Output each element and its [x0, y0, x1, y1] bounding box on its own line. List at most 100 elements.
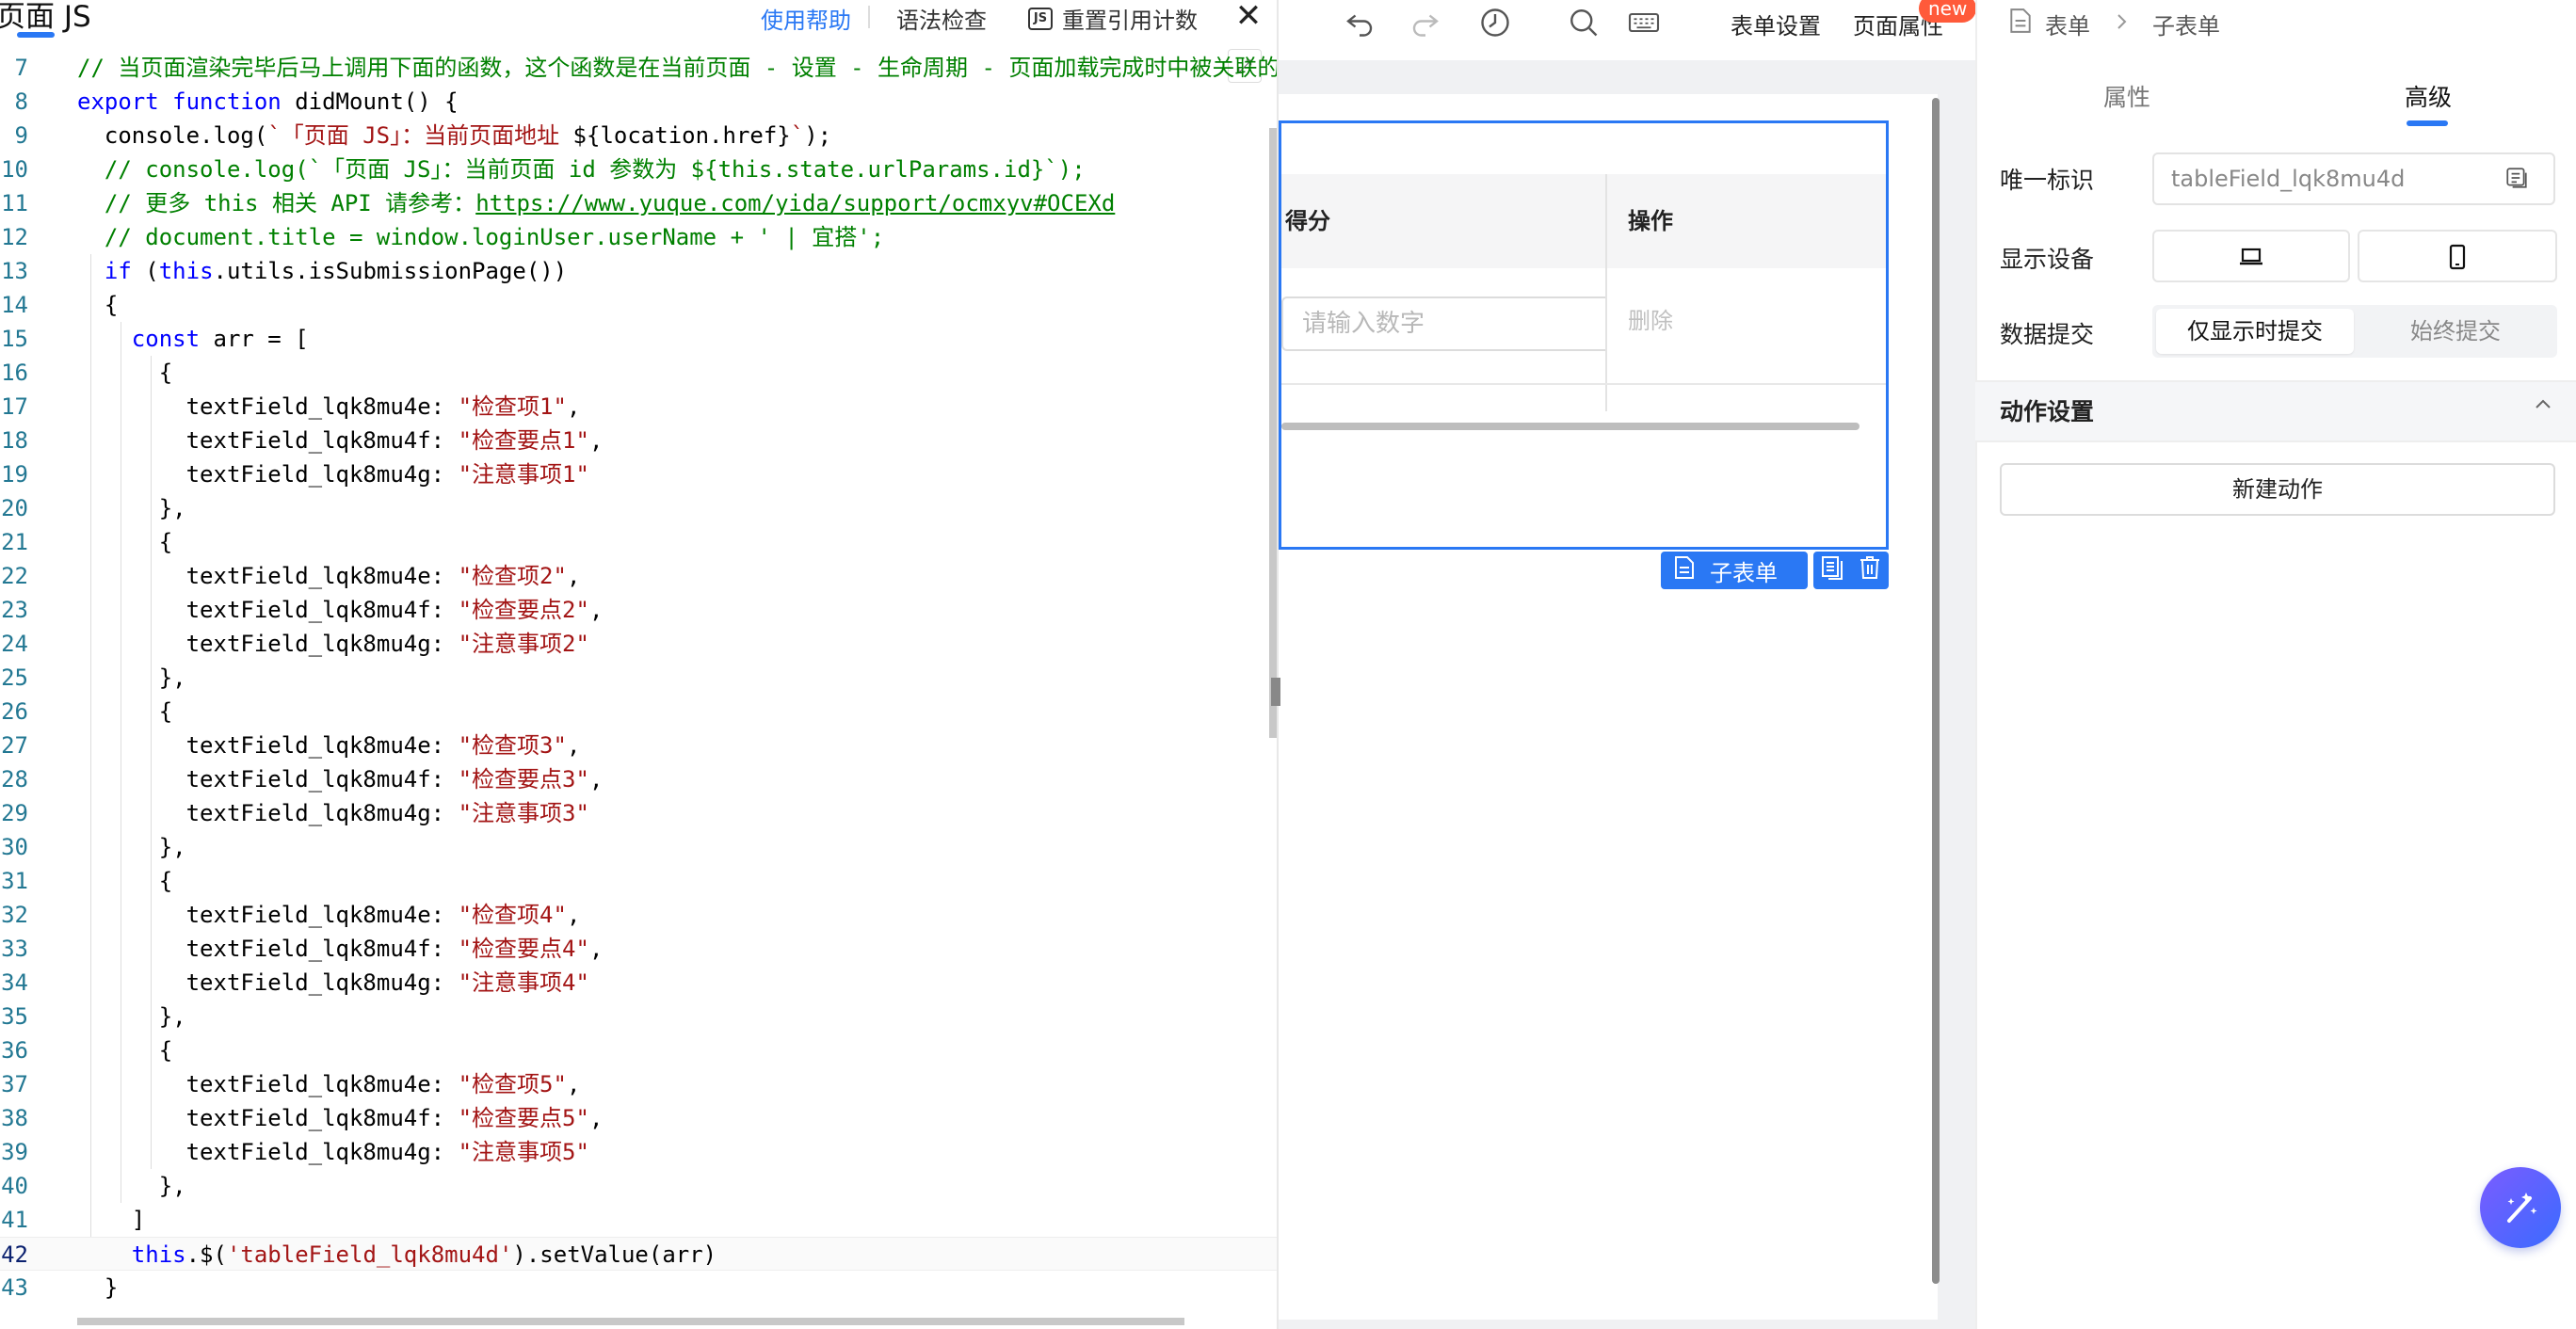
code-token: textField_lqk8mu4e:: [77, 563, 459, 589]
syntax-check-button[interactable]: 语法检查: [896, 2, 987, 35]
code-line[interactable]: 36 {: [0, 1033, 1277, 1067]
breadcrumb-item-form[interactable]: 表单: [2045, 8, 2090, 40]
tab-advanced[interactable]: 高级: [2405, 79, 2452, 113]
line-number: 30: [1, 834, 28, 860]
code-text: if (this.utils.isSubmissionPage()): [77, 254, 567, 288]
code-line[interactable]: 38 textField_lqk8mu4f: "检查要点5",: [0, 1101, 1277, 1135]
subform-action-group: [1813, 552, 1889, 589]
trash-icon[interactable]: [1859, 555, 1881, 585]
code-line[interactable]: 12 // document.title = window.loginUser.…: [0, 220, 1277, 254]
code-line[interactable]: 23 textField_lqk8mu4f: "检查要点2",: [0, 593, 1277, 627]
data-submit-label: 数据提交: [2000, 321, 2095, 348]
code-text: textField_lqk8mu4e: "检查项5",: [77, 1067, 581, 1101]
code-text: this.$('tableField_lqk8mu4d').setValue(a…: [77, 1238, 716, 1272]
line-number: 35: [1, 1003, 28, 1030]
code-text: // console.log(`「页面 JS」：当前页面 id 参数为 ${th…: [77, 152, 1086, 186]
code-line[interactable]: 14 {: [0, 288, 1277, 322]
canvas-scrollbar[interactable]: [1932, 98, 1940, 1284]
code-line[interactable]: 40 },: [0, 1169, 1277, 1203]
code-token: },: [77, 664, 186, 691]
submit-when-visible-option[interactable]: 仅显示时提交: [2156, 309, 2354, 354]
code-token: {: [77, 292, 119, 318]
code-line[interactable]: 35 },: [0, 1000, 1277, 1033]
submit-always-option[interactable]: 始终提交: [2358, 309, 2553, 354]
code-text: const arr = [: [77, 322, 309, 356]
code-token: export: [77, 88, 159, 115]
code-line[interactable]: 8 export function didMount() {: [0, 85, 1277, 119]
code-token: ,: [566, 563, 581, 589]
subform-horizontal-scrollbar[interactable]: [1281, 423, 1860, 430]
code-line[interactable]: 37 textField_lqk8mu4e: "检查项5",: [0, 1067, 1277, 1101]
subform-component[interactable]: 得分 操作 请输入数字 删除: [1279, 120, 1889, 550]
tab-properties[interactable]: 属性: [2103, 79, 2150, 113]
unique-id-field[interactable]: tableField_lqk8mu4d: [2152, 152, 2555, 205]
code-line[interactable]: 9 console.log(`「页面 JS」：当前页面地址 ${location…: [0, 119, 1277, 152]
code-editor-panel: 页面 JS 使用帮助 语法检查 JS 重置引用计数 ✕ ⤢ 7// 当页面渲染完…: [0, 0, 1279, 1329]
code-line[interactable]: 29 textField_lqk8mu4g: "注意事项3": [0, 796, 1277, 830]
code-line[interactable]: 27 textField_lqk8mu4e: "检查项3",: [0, 729, 1277, 762]
code-token: textField_lqk8mu4g:: [77, 461, 459, 488]
keyboard-icon[interactable]: [1625, 6, 1663, 43]
subform-selection-tag[interactable]: 子表单: [1661, 552, 1808, 589]
code-token: "检查项3": [458, 732, 567, 759]
line-number: 15: [1, 326, 28, 352]
chevron-up-icon[interactable]: [2531, 392, 2555, 423]
code-line[interactable]: 32 textField_lqk8mu4e: "检查项4",: [0, 898, 1277, 932]
code-line[interactable]: 33 textField_lqk8mu4f: "检查要点4",: [0, 932, 1277, 966]
code-token: .utils.isSubmissionPage()): [213, 258, 568, 284]
code-area[interactable]: 7 // 当页面渲染完毕后马上调用下面的函数，这个函数是在当前页面 - 设置 - …: [0, 43, 1277, 1316]
code-line[interactable]: 28 textField_lqk8mu4f: "检查要点3",: [0, 762, 1277, 796]
code-line[interactable]: 25 },: [0, 661, 1277, 695]
code-line[interactable]: 7 // 当页面渲染完毕后马上调用下面的函数，这个函数是在当前页面 - 设置 - …: [0, 51, 1277, 85]
device-desktop-option[interactable]: [2152, 230, 2350, 282]
editor-horizontal-scrollbar[interactable]: [77, 1318, 1184, 1325]
reset-reference-count-button[interactable]: JS 重置引用计数: [1028, 2, 1198, 35]
breadcrumb-item-subform[interactable]: 子表单: [2152, 8, 2220, 40]
code-line[interactable]: 15 const arr = [: [0, 322, 1277, 356]
close-icon[interactable]: ✕: [1233, 0, 1264, 34]
undo-icon[interactable]: [1341, 6, 1378, 43]
new-action-button[interactable]: 新建动作: [2000, 463, 2555, 516]
code-token: if: [104, 258, 132, 284]
redo-icon[interactable]: [1407, 6, 1444, 43]
history-icon[interactable]: [1476, 6, 1514, 43]
code-line[interactable]: 20 },: [0, 491, 1277, 525]
code-line[interactable]: 16 {: [0, 356, 1277, 390]
code-line[interactable]: 22 textField_lqk8mu4e: "检查项2",: [0, 559, 1277, 593]
line-number: 32: [1, 902, 28, 928]
code-line[interactable]: 21 {: [0, 525, 1277, 559]
copy-id-icon[interactable]: [2503, 166, 2531, 192]
form-settings-button[interactable]: 表单设置: [1731, 8, 1821, 40]
code-line[interactable]: 43 }: [0, 1271, 1277, 1305]
line-number: 12: [1, 224, 28, 250]
score-input[interactable]: 请输入数字: [1281, 296, 1605, 351]
device-mobile-option[interactable]: [2358, 230, 2557, 282]
search-icon[interactable]: [1565, 6, 1602, 43]
code-line[interactable]: 18 textField_lqk8mu4f: "检查要点1",: [0, 424, 1277, 457]
code-line[interactable]: 30 },: [0, 830, 1277, 864]
code-line[interactable]: 39 textField_lqk8mu4g: "注意事项5": [0, 1135, 1277, 1169]
delete-row-link[interactable]: 删除: [1628, 302, 1673, 335]
code-line[interactable]: 13 if (this.utils.isSubmissionPage()): [0, 254, 1277, 288]
copy-icon[interactable]: [1821, 555, 1843, 585]
code-line[interactable]: 19 textField_lqk8mu4g: "注意事项1": [0, 457, 1277, 491]
reset-reference-count-label: 重置引用计数: [1062, 8, 1198, 34]
code-line[interactable]: 34 textField_lqk8mu4g: "注意事项4": [0, 966, 1277, 1000]
breadcrumb-icon: [2009, 8, 2032, 40]
editor-vertical-scrollbar[interactable]: [1269, 128, 1277, 738]
ai-assistant-icon[interactable]: [2480, 1167, 2561, 1248]
code-line[interactable]: 41 ]: [0, 1203, 1277, 1237]
code-line[interactable]: 24 textField_lqk8mu4g: "注意事项2": [0, 627, 1277, 661]
panel-resize-handle[interactable]: [1271, 678, 1280, 706]
help-button[interactable]: 使用帮助: [761, 2, 851, 35]
code-token: textField_lqk8mu4f:: [77, 766, 459, 793]
code-line[interactable]: 11 // 更多 this 相关 API 请参考：https://www.yuq…: [0, 186, 1277, 220]
code-line[interactable]: 17 textField_lqk8mu4e: "检查项1",: [0, 390, 1277, 424]
code-line[interactable]: 26 {: [0, 695, 1277, 729]
code-line[interactable]: 42 this.$('tableField_lqk8mu4d').setValu…: [0, 1237, 1277, 1271]
code-line[interactable]: 31 {: [0, 864, 1277, 898]
line-number: 21: [1, 529, 28, 555]
code-line[interactable]: 10 // console.log(`「页面 JS」：当前页面 id 参数为 $…: [0, 152, 1277, 186]
column-header-score: 得分: [1285, 208, 1330, 234]
